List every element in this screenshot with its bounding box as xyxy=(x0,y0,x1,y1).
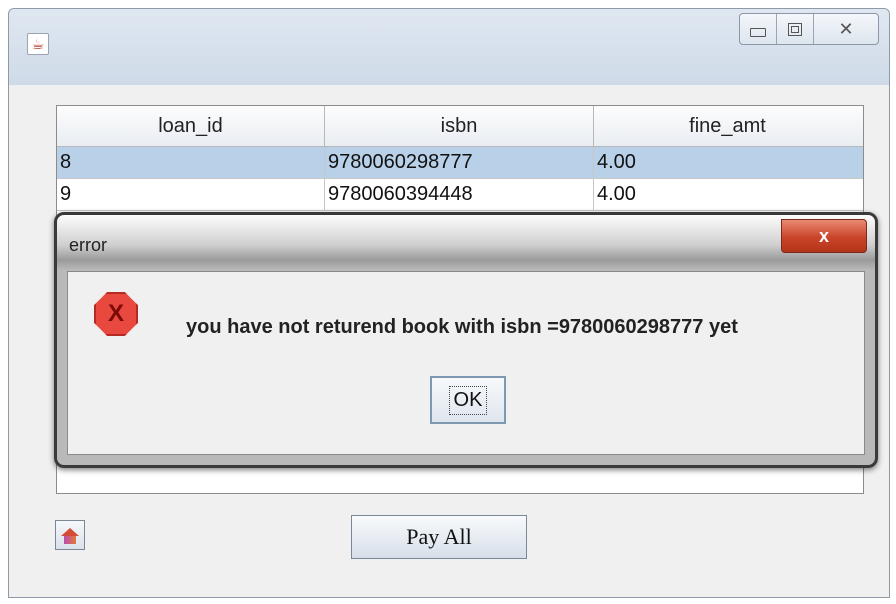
ok-button[interactable]: OK xyxy=(430,376,506,424)
cell-loan-id[interactable]: 8 xyxy=(57,147,325,178)
cell-fine-amt[interactable]: 4.00 xyxy=(594,179,861,210)
cell-loan-id[interactable]: 9 xyxy=(57,179,325,210)
error-icon: X xyxy=(94,292,138,336)
pay-all-button[interactable]: Pay All xyxy=(351,515,527,559)
minimize-icon xyxy=(750,27,766,37)
home-icon-body xyxy=(64,536,76,544)
window-controls: ✕ xyxy=(739,13,879,45)
error-message: you have not returend book with isbn =97… xyxy=(186,316,738,338)
cell-fine-amt[interactable]: 4.00 xyxy=(594,147,861,178)
java-app-icon: ☕ xyxy=(27,33,49,55)
dialog-title: error xyxy=(69,235,108,255)
maximize-icon xyxy=(788,22,802,36)
column-header-loan-id[interactable]: loan_id xyxy=(57,106,325,146)
cell-isbn[interactable]: 9780060298777 xyxy=(325,147,594,178)
column-header-isbn[interactable]: isbn xyxy=(325,106,594,146)
table-row[interactable]: 8 9780060298777 4.00 xyxy=(57,147,863,179)
cell-isbn[interactable]: 9780060394448 xyxy=(325,179,594,210)
table-row[interactable]: 9 9780060394448 4.00 xyxy=(57,179,863,211)
close-icon: x xyxy=(818,225,829,246)
maximize-button[interactable] xyxy=(777,14,814,44)
dialog-close-button[interactable]: x xyxy=(781,219,867,253)
close-icon: ✕ xyxy=(838,18,854,39)
dialog-body: X you have not returend book with isbn =… xyxy=(67,271,865,455)
error-icon-glyph: X xyxy=(107,300,124,327)
window-close-button[interactable]: ✕ xyxy=(814,14,878,44)
error-dialog: error x X you have not returend book wit… xyxy=(54,212,878,468)
table-header: loan_id isbn fine_amt xyxy=(57,106,863,147)
column-header-fine-amt[interactable]: fine_amt xyxy=(594,106,861,146)
home-button[interactable] xyxy=(55,520,85,550)
home-icon xyxy=(61,528,79,536)
window-titlebar[interactable]: ☕ ✕ xyxy=(9,9,889,86)
minimize-button[interactable] xyxy=(740,14,777,44)
ok-button-label: OK xyxy=(448,385,488,415)
